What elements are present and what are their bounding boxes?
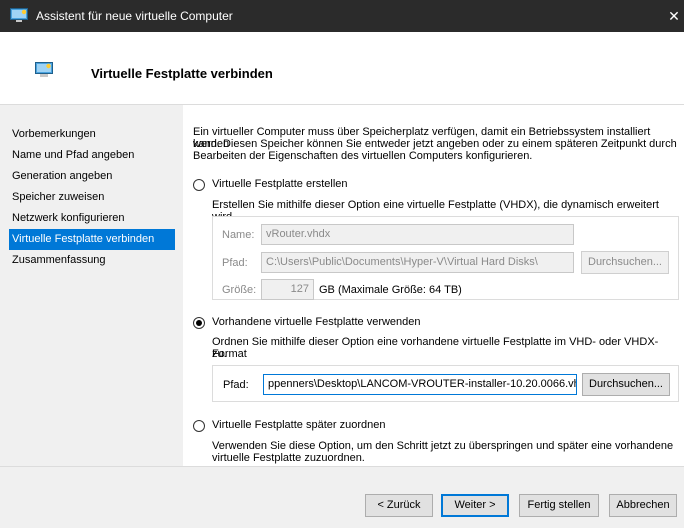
wizard-step-nav: Vorbemerkungen Name und Pfad angeben Gen… [9,124,175,271]
wizard-header: Virtuelle Festplatte verbinden [0,32,684,105]
window-titlebar: Assistent für neue virtuelle Computer ✕ [0,0,684,32]
nav-item-festplatte[interactable]: Virtuelle Festplatte verbinden [9,229,175,250]
nav-item-vorbemerkungen[interactable]: Vorbemerkungen [9,124,175,145]
cancel-button[interactable]: Abbrechen [609,494,677,517]
attach-later-description-line-1: Verwenden Sie diese Option, um den Schri… [212,440,674,452]
nav-item-speicher[interactable]: Speicher zuweisen [9,187,175,208]
browse-button-create[interactable]: Durchsuchen... [581,251,669,274]
page-title: Virtuelle Festplatte verbinden [91,66,273,81]
nav-item-generation[interactable]: Generation angeben [9,166,175,187]
radio-attach-later[interactable] [193,420,205,432]
existing-disk-group: Pfad: ppenners\Desktop\LANCOM-VROUTER-in… [212,365,679,402]
virtual-disk-icon [35,62,53,77]
existing-disk-description-line-2: zu. [212,348,227,360]
nav-item-netzwerk[interactable]: Netzwerk konfigurieren [9,208,175,229]
size-field[interactable]: 127 [261,279,314,300]
create-disk-group: Name: vRouter.vhdx Pfad: C:\Users\Public… [212,216,679,300]
next-button[interactable]: Weiter > [441,494,509,517]
radio-attach-later-label[interactable]: Virtuelle Festplatte später zuordnen [212,419,385,431]
radio-existing-disk[interactable] [193,317,205,329]
wizard-content: Ein virtueller Computer muss über Speich… [183,105,684,466]
radio-create-disk[interactable] [193,179,205,191]
intro-text-line-3: Bearbeiten der Eigenschaften des virtuel… [193,150,533,162]
size-label: Größe: [222,284,257,296]
intro-text-line-2: kann. Diesen Speicher können Sie entwede… [193,138,677,150]
nav-item-name-und-pfad[interactable]: Name und Pfad angeben [9,145,175,166]
radio-existing-disk-label[interactable]: Vorhandene virtuelle Festplatte verwende… [212,316,421,328]
name-field[interactable]: vRouter.vhdx [261,224,574,245]
browse-button-existing[interactable]: Durchsuchen... [582,373,670,396]
path-field-create[interactable]: C:\Users\Public\Documents\Hyper-V\Virtua… [261,252,574,273]
name-label: Name: [222,229,255,241]
finish-button[interactable]: Fertig stellen [519,494,599,517]
path-label-create: Pfad: [222,257,248,269]
window-title: Assistent für neue virtuelle Computer [36,9,233,23]
footer-divider [0,466,684,467]
radio-create-disk-label[interactable]: Virtuelle Festplatte erstellen [212,178,348,190]
nav-item-zusammenfassung[interactable]: Zusammenfassung [9,250,175,271]
back-button[interactable]: < Zurück [365,494,433,517]
size-unit-text: GB (Maximale Größe: 64 TB) [319,284,462,296]
close-icon[interactable]: ✕ [664,0,684,32]
attach-later-description-line-2: virtuelle Festplatte zuzuordnen. [212,452,365,464]
hyper-v-wizard-icon [10,8,28,22]
path-label-existing: Pfad: [223,379,249,391]
path-field-existing[interactable]: ppenners\Desktop\LANCOM-VROUTER-installe… [263,374,577,395]
existing-disk-description-line-1: Ordnen Sie mithilfe dieser Option eine v… [212,336,659,360]
